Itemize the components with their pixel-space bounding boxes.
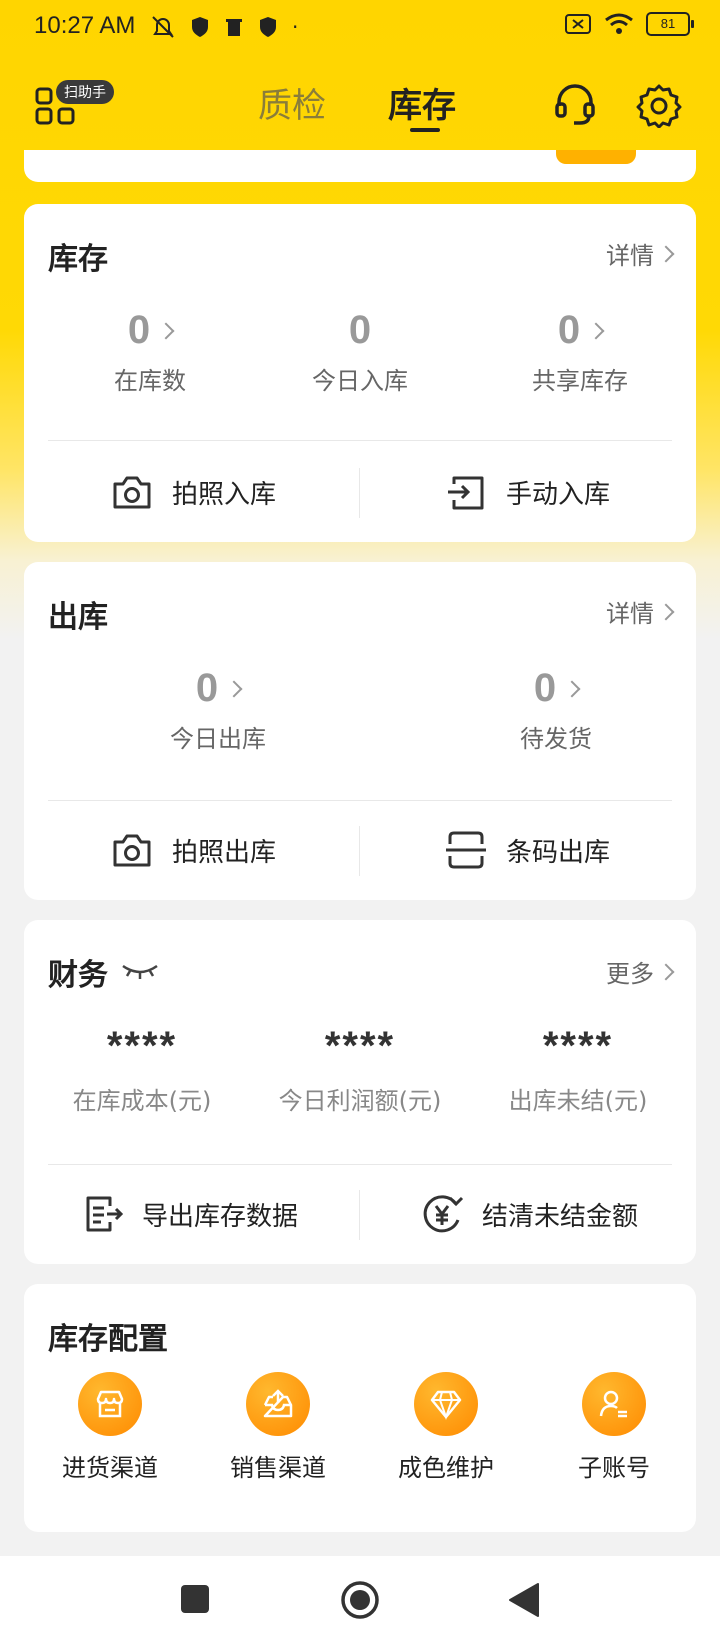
- no-sim-icon: [565, 14, 591, 34]
- settle-unsettled-button[interactable]: 结清未结金额: [420, 1192, 638, 1236]
- chevron-right-icon: [657, 245, 675, 262]
- stat-stock-cost: **** 在库成本(元): [72, 1024, 212, 1115]
- outbound-card: 出库 详情 0 今日出库 0 待发货 拍照出库 条码出库: [24, 562, 696, 900]
- battery-icon: 81: [646, 12, 694, 36]
- finance-title: 财务: [48, 958, 108, 993]
- back-triangle-icon: [509, 1583, 539, 1617]
- purchase-channel-button[interactable]: 进货渠道: [40, 1372, 180, 1483]
- gear-icon: [636, 84, 682, 129]
- condition-maintenance-button[interactable]: 成色维护: [376, 1372, 516, 1483]
- finance-card: 财务 更多 **** 在库成本(元) **** 今日利润额(元) **** 出库…: [24, 920, 696, 1264]
- system-nav-bar: [0, 1556, 720, 1650]
- chevron-right-icon: [225, 680, 243, 697]
- photo-inbound-button[interactable]: 拍照入库: [110, 470, 276, 514]
- stat-shared-stock[interactable]: 0 共享库存: [480, 308, 680, 396]
- dot-icon: ·: [292, 15, 299, 39]
- manual-inbound-button[interactable]: 手动入库: [444, 470, 610, 514]
- sub-account-button[interactable]: 子账号: [544, 1372, 684, 1483]
- barcode-scan-icon: [446, 831, 486, 869]
- eye-closed-icon[interactable]: [120, 960, 160, 982]
- back-button[interactable]: [508, 1582, 540, 1622]
- store-icon: [96, 1390, 124, 1418]
- export-document-icon: [86, 1196, 124, 1232]
- export-stock-data-button[interactable]: 导出库存数据: [80, 1192, 298, 1236]
- shield-icon: [192, 17, 208, 37]
- customer-service-button[interactable]: [552, 82, 598, 128]
- chevron-right-icon: [587, 322, 605, 339]
- diamond-icon: [430, 1390, 462, 1421]
- square-icon: [181, 1585, 209, 1613]
- status-time: 10:27 AM: [34, 12, 136, 39]
- finance-more-link[interactable]: 更多: [606, 954, 675, 989]
- tab-quality-check[interactable]: 质检: [258, 78, 326, 127]
- chevron-right-icon: [157, 322, 175, 339]
- chevron-right-icon: [657, 963, 675, 980]
- chevron-right-icon: [657, 603, 675, 620]
- home-circle-icon: [341, 1581, 379, 1619]
- inventory-config-card: 库存配置 进货渠道 销售渠道 成色维护 子账号: [24, 1284, 696, 1532]
- stat-today-profit: **** 今日利润额(元): [278, 1024, 442, 1115]
- inventory-title: 库存: [48, 242, 108, 277]
- stat-today-outbound[interactable]: 0 今日出库: [118, 666, 318, 754]
- inventory-details-link[interactable]: 详情: [606, 236, 675, 271]
- recent-apps-button[interactable]: [180, 1584, 210, 1618]
- sales-channel-button[interactable]: 销售渠道: [208, 1372, 348, 1483]
- mute-alarm-icon: [152, 16, 174, 38]
- stat-pending-shipment[interactable]: 0 待发货: [456, 666, 656, 754]
- stat-outbound-unsettled: **** 出库未结(元): [508, 1024, 648, 1115]
- outbound-details-link[interactable]: 详情: [606, 594, 675, 629]
- shield-bolt-icon: [260, 17, 276, 37]
- camera-icon: [113, 834, 151, 867]
- stat-today-inbound: 0 今日入库: [312, 308, 408, 395]
- tab-inventory[interactable]: 库存: [388, 78, 456, 127]
- inventory-card: 库存 详情 0 在库数 0 今日入库 0 共享库存 拍照入库 手动入库: [24, 204, 696, 542]
- yuan-refresh-icon: [423, 1195, 464, 1233]
- collapsed-card-strip: [24, 150, 696, 182]
- camera-icon: [113, 476, 151, 509]
- home-button[interactable]: [340, 1580, 380, 1624]
- trash-icon: [226, 19, 242, 36]
- scan-helper-badge[interactable]: 扫助手: [56, 80, 114, 104]
- status-bar: 10:27 AM · 81: [0, 0, 720, 56]
- active-tab-indicator: [410, 128, 440, 132]
- wifi-icon: [605, 13, 633, 34]
- sub-account-icon: [599, 1390, 627, 1418]
- stat-in-stock[interactable]: 0 在库数: [50, 308, 250, 396]
- upload-box-icon: [263, 1389, 293, 1418]
- photo-outbound-button[interactable]: 拍照出库: [110, 828, 276, 872]
- headset-icon: [555, 84, 595, 125]
- header-nav: 扫助手 质检 库存: [0, 62, 720, 142]
- outbound-title: 出库: [48, 600, 108, 635]
- chevron-right-icon: [563, 680, 581, 697]
- settings-button[interactable]: [636, 82, 682, 129]
- config-title: 库存配置: [48, 1322, 168, 1357]
- enter-box-icon: [448, 476, 484, 510]
- barcode-outbound-button[interactable]: 条码出库: [444, 828, 610, 872]
